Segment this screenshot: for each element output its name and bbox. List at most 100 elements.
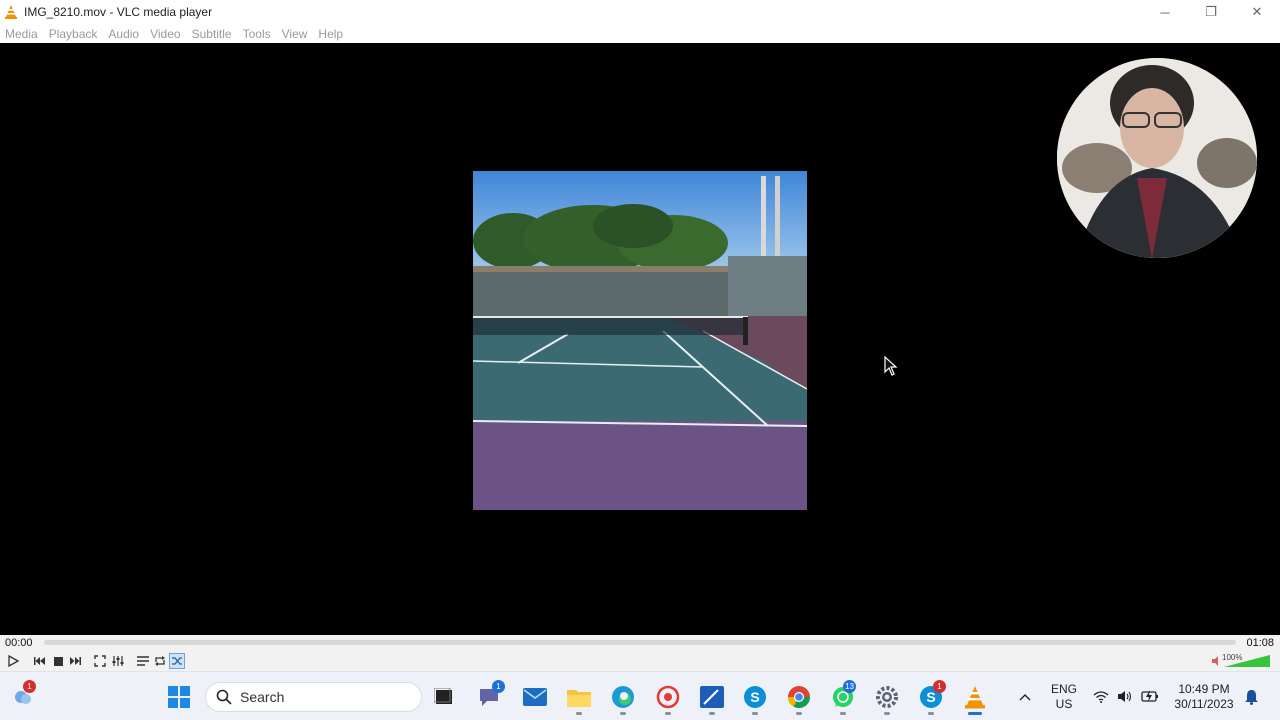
snipping-tool-icon — [700, 686, 724, 708]
stop-icon — [53, 656, 63, 666]
taskbar-search-box[interactable]: Search — [205, 682, 422, 712]
playback-controls: 100% — [0, 651, 1280, 671]
chrome-button[interactable] — [786, 684, 812, 710]
menu-view[interactable]: View — [282, 27, 308, 41]
widgets-button[interactable]: 1 — [10, 680, 36, 710]
video-frame-tennis-court — [473, 171, 807, 510]
input-language-indicator[interactable]: ENG US — [1048, 682, 1080, 712]
whatsapp-button[interactable]: 13 — [830, 680, 856, 710]
keyboard-region: US — [1055, 697, 1073, 711]
title-bar[interactable]: IMG_8210.mov - VLC media player ─ ❐ ✕ — [0, 0, 1280, 24]
next-button[interactable] — [67, 653, 83, 669]
vlc-window: IMG_8210.mov - VLC media player ─ ❐ ✕ Me… — [0, 0, 1280, 720]
snipping-tool-button[interactable] — [699, 684, 725, 710]
vlc-cone-taskbar-icon — [965, 686, 985, 709]
file-explorer-button[interactable] — [566, 684, 592, 710]
menu-subtitle[interactable]: Subtitle — [192, 27, 232, 41]
clock-time: 10:49 PM — [1178, 682, 1230, 696]
playlist-icon — [137, 656, 149, 666]
notification-bell-icon[interactable] — [1244, 689, 1259, 705]
webcam-overlay — [1057, 58, 1257, 258]
menu-help[interactable]: Help — [318, 27, 343, 41]
window-controls: ─ ❐ ✕ — [1142, 0, 1280, 24]
skype-icon: S — [744, 686, 766, 708]
menu-tools[interactable]: Tools — [243, 27, 271, 41]
shuffle-icon — [171, 657, 182, 665]
previous-button[interactable] — [32, 653, 48, 669]
fullscreen-button[interactable] — [92, 653, 108, 669]
vlc-cone-icon — [5, 5, 17, 19]
play-button[interactable] — [5, 653, 21, 669]
edge-button[interactable] — [610, 684, 636, 710]
clock-date: 30/11/2023 — [1174, 697, 1234, 711]
task-view-button[interactable] — [431, 684, 457, 710]
video-area[interactable] — [0, 43, 1280, 635]
whatsapp-badge: 13 — [843, 680, 856, 693]
menu-video[interactable]: Video — [150, 27, 180, 41]
recorder-icon — [656, 685, 680, 709]
snipping-tool-running-indicator — [709, 712, 715, 715]
menu-media[interactable]: Media — [5, 27, 38, 41]
search-placeholder: Search — [240, 689, 285, 705]
start-button[interactable] — [166, 684, 192, 710]
screen-recorder-button[interactable] — [655, 684, 681, 710]
vlc-active-indicator — [968, 712, 982, 715]
loop-icon — [155, 656, 165, 666]
volume-percentage: 100% — [1222, 653, 1243, 662]
extended-settings-button[interactable] — [110, 653, 126, 669]
speaker-icon[interactable] — [1117, 690, 1133, 703]
play-icon — [8, 655, 19, 667]
file-explorer-running-indicator — [576, 712, 582, 715]
whatsapp-running-indicator — [840, 712, 846, 715]
teams-badge: 1 — [492, 680, 505, 693]
stop-button[interactable] — [50, 653, 66, 669]
menu-bar: Media Playback Audio Video Subtitle Tool… — [0, 24, 1280, 43]
fullscreen-icon — [94, 655, 106, 667]
previous-icon — [34, 657, 45, 665]
widgets-badge: 1 — [23, 680, 36, 693]
clock[interactable]: 10:49 PM 30/11/2023 — [1166, 682, 1242, 712]
playlist-button[interactable] — [135, 653, 151, 669]
teams-chat-button[interactable]: 1 — [477, 680, 505, 710]
maximize-button[interactable]: ❐ — [1188, 0, 1234, 24]
window-title: IMG_8210.mov - VLC media player — [24, 5, 213, 19]
skype-running-indicator — [752, 712, 758, 715]
battery-charging-icon[interactable] — [1141, 689, 1159, 703]
windows-logo-icon — [168, 686, 190, 708]
seek-row: 00:00 01:08 — [0, 635, 1280, 651]
skype-secondary-running-indicator — [928, 712, 934, 715]
vlc-taskbar-button[interactable] — [962, 684, 988, 710]
loop-button[interactable] — [152, 653, 168, 669]
svg-text:S: S — [750, 689, 759, 705]
skype-secondary-button[interactable]: S 1 — [918, 680, 946, 710]
close-button[interactable]: ✕ — [1234, 0, 1280, 24]
elapsed-time: 00:00 — [5, 637, 33, 649]
edge-running-indicator — [620, 712, 626, 715]
windows-taskbar: 1 Search 1 S 13 S 1 ENG US 10:49 PM 30/1… — [0, 671, 1280, 720]
chrome-running-indicator — [796, 712, 802, 715]
search-icon — [216, 689, 232, 705]
mail-button[interactable] — [522, 684, 548, 710]
total-duration: 01:08 — [1246, 637, 1274, 649]
recorder-running-indicator — [665, 712, 671, 715]
chrome-icon — [788, 686, 810, 708]
menu-playback[interactable]: Playback — [49, 27, 98, 41]
show-hidden-icons-button[interactable] — [1012, 684, 1038, 710]
skype-button[interactable]: S — [742, 684, 768, 710]
shuffle-button[interactable] — [169, 653, 185, 669]
skype-badge: 1 — [933, 680, 946, 693]
menu-audio[interactable]: Audio — [108, 27, 139, 41]
equalizer-icon — [112, 656, 124, 666]
next-icon — [70, 657, 81, 665]
folder-icon — [567, 690, 591, 707]
task-view-icon — [434, 688, 452, 704]
settings-running-indicator — [884, 712, 890, 715]
gear-icon — [876, 686, 898, 708]
minimize-button[interactable]: ─ — [1142, 0, 1188, 24]
settings-button[interactable] — [874, 684, 900, 710]
seek-slider[interactable] — [44, 640, 1236, 645]
language-code: ENG — [1050, 682, 1077, 696]
wifi-icon[interactable] — [1093, 690, 1109, 703]
chevron-up-icon — [1019, 694, 1031, 701]
edge-browser-icon — [612, 686, 634, 708]
